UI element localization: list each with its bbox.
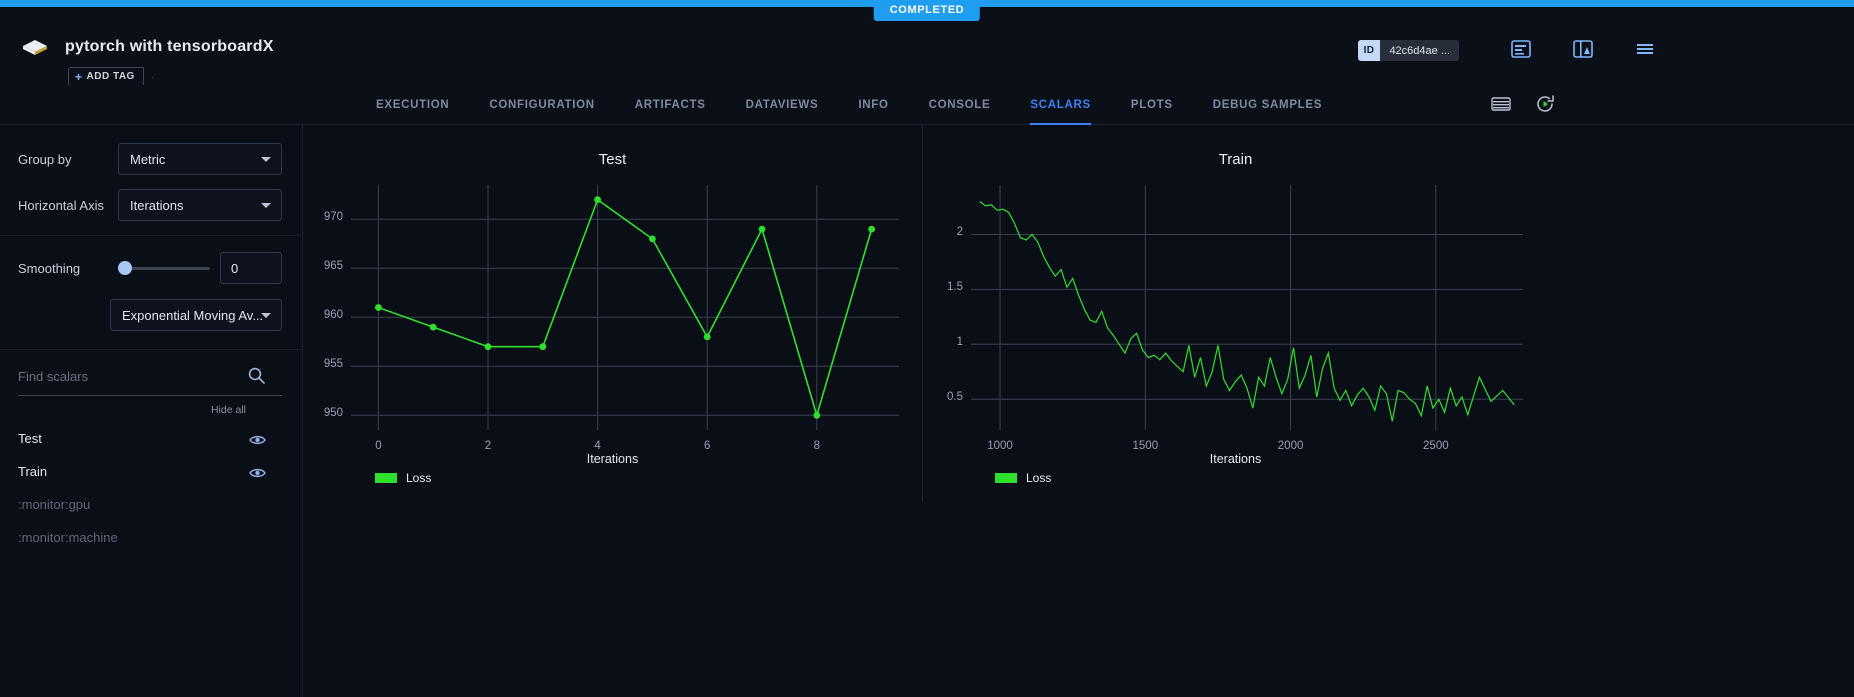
- refresh-clock-icon[interactable]: [1534, 93, 1556, 115]
- y-axis-tick: 960: [299, 309, 343, 321]
- id-value-label: 42c6d4ae ...: [1380, 45, 1459, 57]
- y-axis-tick: 1.5: [919, 281, 963, 293]
- sidebar-item-train[interactable]: Train: [0, 455, 302, 488]
- summary-icon[interactable]: [1510, 38, 1534, 62]
- chart-legend-test[interactable]: Loss: [375, 471, 431, 485]
- smoothing-controls: Smoothing 0 Exponential Moving Av...: [0, 236, 302, 350]
- group-by-row: Group by Metric: [18, 143, 282, 175]
- search-field-wrapper: [18, 368, 282, 396]
- tabs: EXECUTION CONFIGURATION ARTIFACTS DATAVI…: [376, 85, 1362, 125]
- tab-dataviews[interactable]: DATAVIEWS: [746, 85, 819, 125]
- tab-scalars[interactable]: SCALARS: [1030, 85, 1091, 125]
- charts-area: Test Iterations Loss 9509559609659700246…: [303, 125, 1854, 697]
- list-item-label: Train: [18, 464, 47, 479]
- chart-xlabel-test: Iterations: [303, 452, 922, 466]
- smoothing-label: Smoothing: [18, 261, 118, 276]
- table-view-icon[interactable]: [1490, 93, 1512, 115]
- eye-icon[interactable]: [249, 466, 266, 478]
- eye-icon[interactable]: [249, 433, 266, 445]
- y-axis-tick: 950: [299, 407, 343, 419]
- chevron-down-icon: [261, 157, 271, 162]
- smoothing-algorithm-value: Exponential Moving Av...: [122, 308, 263, 323]
- x-axis-tick: 1000: [970, 440, 1030, 452]
- x-axis-tick: 1500: [1115, 440, 1175, 452]
- chart-legend-train[interactable]: Loss: [995, 471, 1051, 485]
- tab-console[interactable]: CONSOLE: [929, 85, 991, 125]
- grouping-controls: Group by Metric Horizontal Axis Iteratio…: [0, 125, 302, 236]
- chevron-down-icon: [261, 203, 271, 208]
- hamburger-menu-icon[interactable]: [1634, 38, 1658, 62]
- add-tag-button[interactable]: + ADD TAG: [68, 67, 144, 86]
- tab-info[interactable]: INFO: [858, 85, 888, 125]
- y-axis-tick: 0.5: [919, 391, 963, 403]
- chart-plot-test[interactable]: [351, 185, 899, 430]
- smoothing-value: 0: [231, 261, 238, 276]
- app-root: COMPLETED pytorch with tensorboardX + AD…: [0, 0, 1854, 697]
- legend-label: Loss: [406, 471, 431, 485]
- y-axis-tick: 1: [919, 336, 963, 348]
- chevron-down-icon: [261, 313, 271, 318]
- list-item-label: :monitor:gpu: [18, 497, 90, 512]
- horizontal-axis-select[interactable]: Iterations: [118, 189, 282, 221]
- chart-title-train: Train: [923, 151, 1548, 168]
- legend-swatch: [375, 473, 397, 483]
- smoothing-row: Smoothing 0: [18, 252, 282, 284]
- sidebar: Group by Metric Horizontal Axis Iteratio…: [0, 125, 303, 697]
- tab-configuration[interactable]: CONFIGURATION: [489, 85, 594, 125]
- scalar-list: Test Train :monitor:gpu: [0, 422, 302, 554]
- x-axis-tick: 8: [787, 440, 847, 452]
- project-logo-icon: [22, 38, 48, 62]
- tab-bar: EXECUTION CONFIGURATION ARTIFACTS DATAVI…: [0, 85, 1854, 125]
- group-by-label: Group by: [18, 152, 118, 167]
- sidebar-item-monitor-gpu[interactable]: :monitor:gpu: [0, 488, 302, 521]
- chart-xlabel-train: Iterations: [923, 452, 1548, 466]
- tab-artifacts[interactable]: ARTIFACTS: [635, 85, 706, 125]
- search-input[interactable]: [18, 369, 233, 384]
- y-axis-tick: 965: [299, 260, 343, 272]
- horizontal-axis-value: Iterations: [130, 198, 183, 213]
- smoothing-slider[interactable]: [118, 258, 210, 278]
- y-axis-tick: 2: [919, 226, 963, 238]
- id-key-label: ID: [1358, 40, 1381, 61]
- list-item-label: Test: [18, 431, 42, 446]
- y-axis-tick: 970: [299, 211, 343, 223]
- chart-plot-train[interactable]: [971, 185, 1523, 430]
- slider-thumb[interactable]: [118, 261, 132, 275]
- smoothing-algo-row: Exponential Moving Av...: [18, 299, 282, 331]
- panel-layout-icon[interactable]: [1572, 38, 1596, 62]
- list-item-label: :monitor:machine: [18, 530, 118, 545]
- x-axis-tick: 2: [458, 440, 518, 452]
- chart-panel-train: Train Iterations Loss 0.511.521000150020…: [923, 125, 1548, 502]
- sidebar-item-test[interactable]: Test: [0, 422, 302, 455]
- group-by-select[interactable]: Metric: [118, 143, 282, 175]
- tab-plots[interactable]: PLOTS: [1131, 85, 1173, 125]
- x-axis-tick: 2000: [1261, 440, 1321, 452]
- x-axis-tick: 4: [568, 440, 628, 452]
- experiment-id-chip[interactable]: ID 42c6d4ae ...: [1358, 40, 1459, 61]
- y-axis-tick: 955: [299, 358, 343, 370]
- legend-swatch: [995, 473, 1017, 483]
- chart-panel-test: Test Iterations Loss 9509559609659700246…: [303, 125, 923, 502]
- horizontal-axis-row: Horizontal Axis Iterations: [18, 189, 282, 221]
- chart-title-test: Test: [303, 151, 922, 168]
- status-badge: COMPLETED: [874, 0, 980, 21]
- page-title: pytorch with tensorboardX: [65, 38, 274, 56]
- search-icon[interactable]: [247, 366, 266, 390]
- legend-label: Loss: [1026, 471, 1051, 485]
- add-tag-label: ADD TAG: [87, 71, 135, 82]
- tab-debug-samples[interactable]: DEBUG SAMPLES: [1213, 85, 1322, 125]
- sidebar-item-monitor-machine[interactable]: :monitor:machine: [0, 521, 302, 554]
- horizontal-axis-label: Horizontal Axis: [18, 198, 118, 213]
- x-axis-tick: 0: [348, 440, 408, 452]
- x-axis-tick: 2500: [1406, 440, 1466, 452]
- hide-all-button[interactable]: Hide all: [18, 396, 282, 416]
- x-axis-tick: 6: [677, 440, 737, 452]
- scalar-search-section: Hide all: [0, 350, 302, 416]
- tab-execution[interactable]: EXECUTION: [376, 85, 449, 125]
- group-by-value: Metric: [130, 152, 165, 167]
- plus-icon: +: [75, 70, 83, 84]
- smoothing-value-input[interactable]: 0: [220, 252, 282, 284]
- smoothing-algorithm-select[interactable]: Exponential Moving Av...: [110, 299, 282, 331]
